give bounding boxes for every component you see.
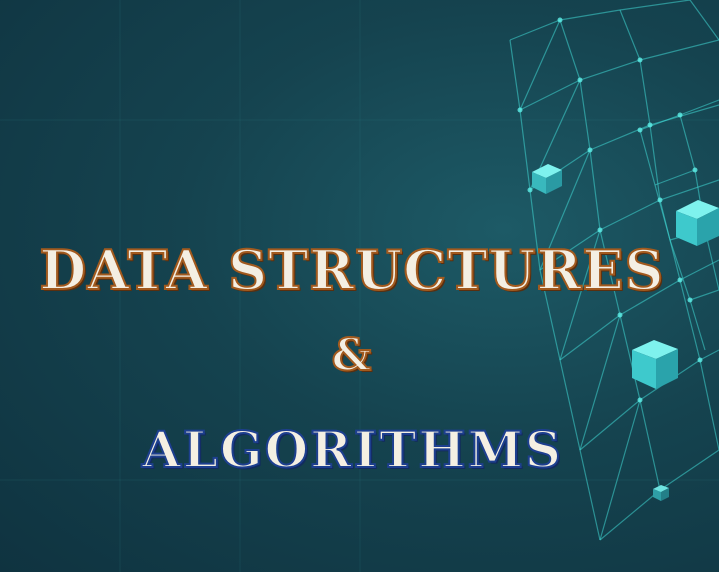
algorithms-text: ALGORITHMS xyxy=(141,419,564,480)
cube-tiny-lower xyxy=(653,485,669,501)
cube-small-upper xyxy=(532,164,562,194)
title-data-structures: DATA STRUCTURES xyxy=(38,237,665,303)
banner-canvas: DATA STRUCTURES & ALGORITHMS xyxy=(0,0,719,572)
title-algorithms: ALGORITHMS xyxy=(0,419,719,480)
title-ampersand: & xyxy=(0,329,719,382)
ampersand-text: & xyxy=(331,329,374,382)
